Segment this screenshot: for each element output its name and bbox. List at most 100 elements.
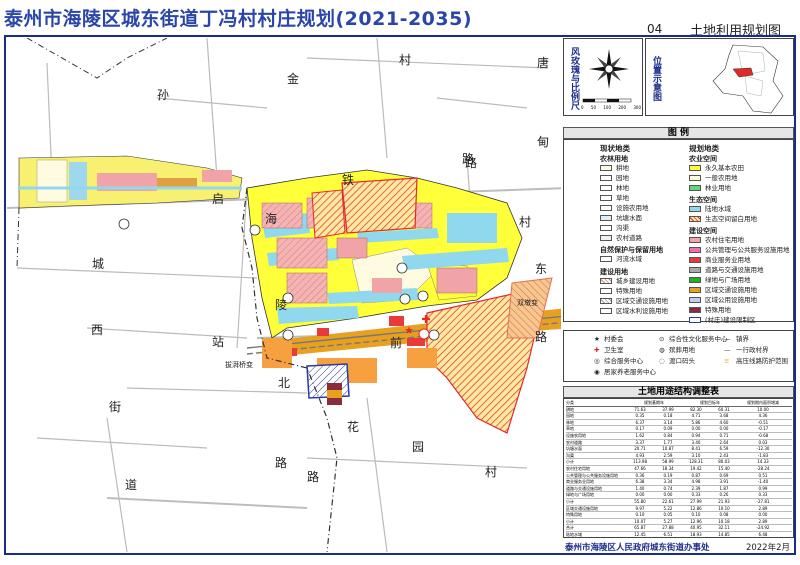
table-cell: 82.30: [690, 406, 702, 412]
legend-item: 特殊用地: [616, 287, 642, 295]
windrose-label: 风玫瑰与比例尺: [569, 46, 579, 110]
land-use-map[interactable]: ★ ✚ 孙 金 村 唐 甸 路 村 城 西 街 道 花 园 村 路 启 铁 海 …: [7, 38, 561, 552]
table-cell: 6.37: [635, 419, 645, 425]
legend-item: 区域交通设施用地: [705, 286, 757, 294]
map-label: 金: [287, 72, 300, 86]
table-cell: 0.33: [758, 492, 768, 498]
location-label: 位置示意图: [651, 55, 661, 101]
symbol-label: 渡口码头: [669, 357, 695, 365]
swatch: [689, 165, 701, 171]
symbol-icon: ◉: [594, 368, 600, 376]
map-label: 路: [275, 456, 288, 470]
table-cell: 60.31: [718, 406, 730, 412]
legend-item: 区域交通设施用地: [616, 297, 668, 305]
table-cell: 37.99: [662, 406, 674, 412]
map-label: 北: [278, 376, 291, 390]
table-cell: -27.81: [756, 498, 770, 504]
symbol-icon: ⊙: [659, 335, 665, 343]
legend-sub: 农林用地: [600, 155, 628, 163]
legend-item: 绿地与广场用地: [705, 276, 751, 284]
legend-item: 农村道路: [616, 234, 642, 242]
authority: 泰州市海陵区人民政府城东街道办事处: [565, 543, 710, 553]
swatch: [689, 206, 701, 212]
table-cell: 4.71: [691, 413, 701, 419]
table-cell: 5.86: [691, 419, 701, 425]
table-cell: 40.95: [690, 525, 702, 531]
legend-item: 永久基本农田: [705, 164, 744, 172]
legend-item: 城乡建设用地: [616, 277, 655, 285]
table-cell: 65.87: [634, 525, 646, 531]
symbol-label: 村委会: [604, 335, 624, 343]
table-cell: -0.68: [757, 432, 769, 438]
table-cell: 4.36: [758, 413, 768, 419]
table-cell: 2.39: [691, 485, 701, 491]
table-cell: -28.24: [756, 465, 770, 471]
symbol-label: 居家养老服务中心: [604, 368, 656, 376]
table-cell: 林地: [566, 419, 574, 425]
table-cell: 0.18: [663, 413, 673, 419]
swatch: [689, 317, 701, 323]
table-cell: 耕地: [566, 406, 574, 412]
map-label: 铁: [342, 173, 355, 187]
legend-item: 特殊用地: [705, 306, 731, 314]
map-label: 东: [535, 262, 548, 276]
table-cell: 道路与交通设施用地: [566, 485, 602, 491]
legend-item: 林业用地: [705, 184, 731, 192]
table-cell: 18.93: [690, 531, 702, 537]
legend-sub: 生态空间: [689, 196, 717, 204]
table-row: 林地 6.37 3.14 5.86 4.60 -0.51: [566, 420, 792, 427]
swatch: [600, 278, 612, 284]
windrose-panel: 风玫瑰与比例尺 0 50 100 200 300: [563, 38, 643, 116]
legend-sub: 建设用地: [600, 268, 628, 276]
table-row: 耕地 71.63 37.99 82.30 60.31 10.00: [566, 407, 792, 414]
table-cell: 10.07: [634, 518, 646, 524]
symbol-label: 高压线路防护范围: [736, 357, 788, 365]
map-label: 前: [390, 336, 403, 350]
table-cell: 陆地水域: [566, 531, 582, 537]
table-cell: -1.83: [757, 452, 769, 458]
table-cell: 6.51: [663, 531, 673, 537]
table-row: 特殊用地 0.10 0.05 0.10 0.08 0.00: [566, 512, 792, 519]
table-cell: 4.60: [719, 419, 729, 425]
map-label: 路: [535, 330, 548, 344]
table-cell: 19.42: [690, 465, 702, 471]
scale-tick: 200: [618, 105, 626, 110]
legend-sub: 自然保护与保留用地: [600, 246, 663, 254]
map-label: 孙: [157, 88, 170, 102]
map-label: 城: [92, 257, 105, 271]
table-cell: 3.40: [691, 439, 701, 445]
table-cell: 0.99: [758, 485, 768, 491]
table-cell: 3.37: [635, 439, 645, 445]
symbol-label: 综合性文化服务中心: [669, 335, 728, 343]
symbol-icon: ≡: [724, 357, 730, 365]
table-cell: 128.31: [689, 459, 703, 465]
legend-item: 陆地水域: [705, 205, 731, 213]
swatch: [689, 287, 701, 293]
legend-item: 一般农用地: [705, 174, 738, 182]
table-cell: 10.00: [757, 406, 769, 412]
legend-item: 道路与交通设施用地: [705, 266, 764, 274]
swatch: [600, 308, 612, 314]
scale-tick: 0: [581, 105, 584, 110]
table-cell: 沟渠: [566, 452, 574, 458]
table-cell: 80.03: [718, 459, 730, 465]
table-cell: 0.94: [691, 432, 701, 438]
map-label: 街: [109, 400, 122, 414]
page-number: 04: [647, 22, 663, 36]
scale-tick: 100: [603, 105, 611, 110]
table-row: 小计 113.98 58.99 128.31 80.03 14.33: [566, 459, 792, 466]
legend-item: 沟渠: [616, 224, 629, 232]
table-cell: 0.36: [635, 472, 645, 478]
swatch: [600, 175, 612, 181]
table-cell: 2.89: [758, 518, 768, 524]
table-cell: 1.87: [719, 485, 729, 491]
table-cell: 0.03: [758, 439, 768, 445]
table-cell: 1.77: [663, 439, 673, 445]
table-row: 农村道路 3.37 1.77 3.40 2.64 0.03: [566, 440, 792, 447]
table-cell: 0.71: [719, 432, 729, 438]
table-row: 农村住宅用地 47.66 18.34 19.42 15.40 -28.24: [566, 466, 792, 473]
symbol-label: 卫生室: [604, 346, 624, 354]
legend-current-heading: 现状地类: [600, 144, 630, 153]
map-label: 唐: [537, 56, 550, 70]
table-cell: 2.59: [663, 452, 673, 458]
